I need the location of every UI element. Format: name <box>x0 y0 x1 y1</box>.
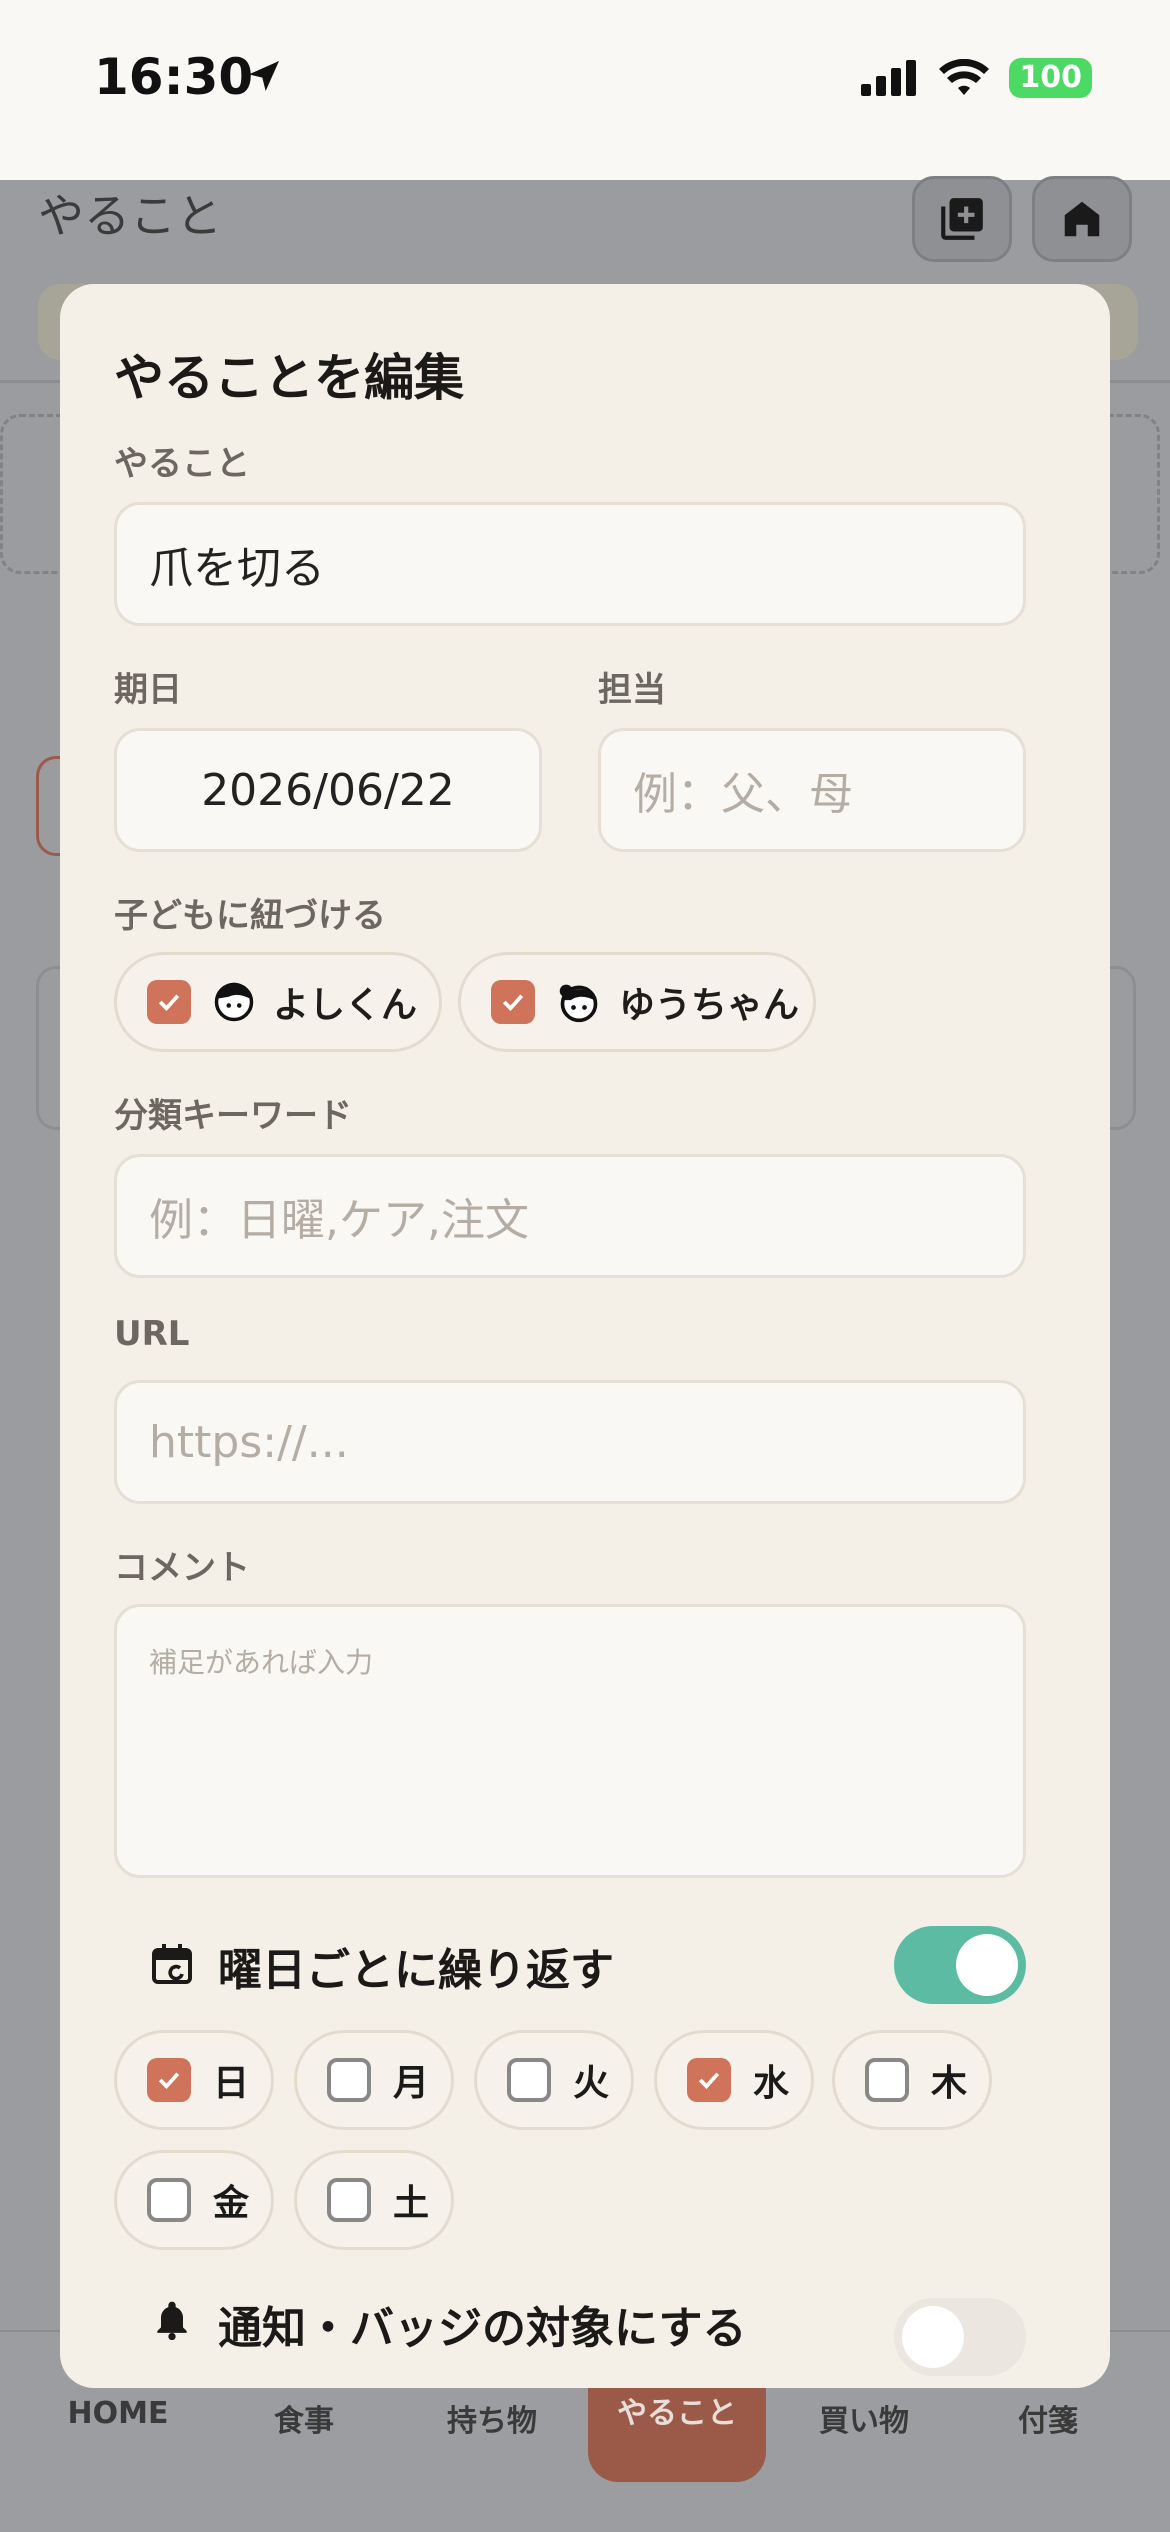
checkbox-checked <box>147 980 191 1024</box>
status-bar: 16:30 100 <box>0 0 1170 180</box>
task-value: 爪を切る <box>149 543 325 594</box>
due-date-input[interactable]: 2026/06/22 <box>114 728 542 852</box>
notify-toggle[interactable] <box>894 2298 1026 2376</box>
notify-label: 通知・バッジの対象にする <box>218 2303 747 2354</box>
checkbox-checked <box>687 2058 731 2102</box>
checkbox-unchecked <box>327 2178 371 2222</box>
comment-label: コメント <box>114 1548 250 1588</box>
checkmark-icon <box>502 994 524 1011</box>
day-sun[interactable]: 日 <box>114 2030 274 2130</box>
child-name: ゆうちゃん <box>619 985 800 1026</box>
checkmark-icon <box>158 994 180 1011</box>
child-chip-yuu[interactable]: ゆうちゃん <box>458 952 816 1052</box>
checkmark-icon <box>698 2072 720 2089</box>
home-button <box>1032 176 1132 262</box>
checkbox-checked <box>491 980 535 1024</box>
checkbox-checked <box>147 2058 191 2102</box>
assignee-input[interactable]: 例：父、母 <box>598 728 1026 852</box>
home-icon <box>1064 201 1100 237</box>
task-input[interactable]: 爪を切る <box>114 502 1026 626</box>
due-date-value: 2026/06/22 <box>201 764 455 816</box>
day-wed[interactable]: 水 <box>654 2030 814 2130</box>
repeat-label: 曜日ごとに繰り返す <box>218 1945 614 1996</box>
location-arrow-icon <box>249 61 279 91</box>
url-input[interactable]: https://... <box>114 1380 1026 1504</box>
url-placeholder: https://... <box>149 1416 349 1468</box>
keywords-input[interactable]: 例：日曜,ケア,注文 <box>114 1154 1026 1278</box>
comment-placeholder: 補足があれば入力 <box>149 1646 374 1679</box>
repeat-toggle[interactable] <box>894 1926 1026 2004</box>
toggle-knob <box>902 2306 964 2368</box>
girl-face-icon <box>559 984 598 1023</box>
url-label: URL <box>114 1314 190 1354</box>
assignee-placeholder: 例：父、母 <box>633 769 853 820</box>
day-sat[interactable]: 土 <box>294 2150 454 2250</box>
battery-indicator: 100 <box>1009 58 1092 98</box>
comment-textarea[interactable]: 補足があれば入力 <box>114 1604 1026 1878</box>
bell-icon <box>157 2301 187 2341</box>
status-time: 16:30 <box>94 48 254 106</box>
checkbox-unchecked <box>507 2058 551 2102</box>
checkbox-unchecked <box>327 2058 371 2102</box>
day-tue[interactable]: 火 <box>474 2030 634 2130</box>
modal-title: やることを編集 <box>114 349 464 407</box>
day-mon[interactable]: 月 <box>294 2030 454 2130</box>
calendar-repeat-icon <box>152 1944 192 1984</box>
assignee-label: 担当 <box>598 670 666 710</box>
checkmark-icon <box>158 2072 180 2089</box>
toggle-knob <box>956 1934 1018 1996</box>
add-copy-button <box>912 176 1012 262</box>
task-label: やること <box>114 444 250 484</box>
checkbox-unchecked <box>865 2058 909 2102</box>
day-thu[interactable]: 木 <box>832 2030 992 2130</box>
child-name: よしくん <box>273 985 418 1026</box>
signal-icon <box>861 60 917 96</box>
edit-todo-modal: やることを編集 やること 爪を切る 期日 2026/06/22 担当 例：父、母… <box>60 284 1110 2388</box>
status-indicators: 100 <box>861 58 1092 98</box>
copy-plus-icon <box>941 198 983 240</box>
checkbox-unchecked <box>147 2178 191 2222</box>
children-label: 子どもに紐づける <box>114 896 386 936</box>
keywords-placeholder: 例：日曜,ケア,注文 <box>149 1195 529 1246</box>
background-page-title: やること <box>38 189 222 243</box>
child-chip-yoshi[interactable]: よしくん <box>114 952 442 1052</box>
keywords-label: 分類キーワード <box>114 1096 352 1136</box>
wifi-icon <box>939 59 990 95</box>
boy-face-icon <box>214 982 254 1022</box>
day-fri[interactable]: 金 <box>114 2150 274 2250</box>
due-label: 期日 <box>114 670 182 710</box>
